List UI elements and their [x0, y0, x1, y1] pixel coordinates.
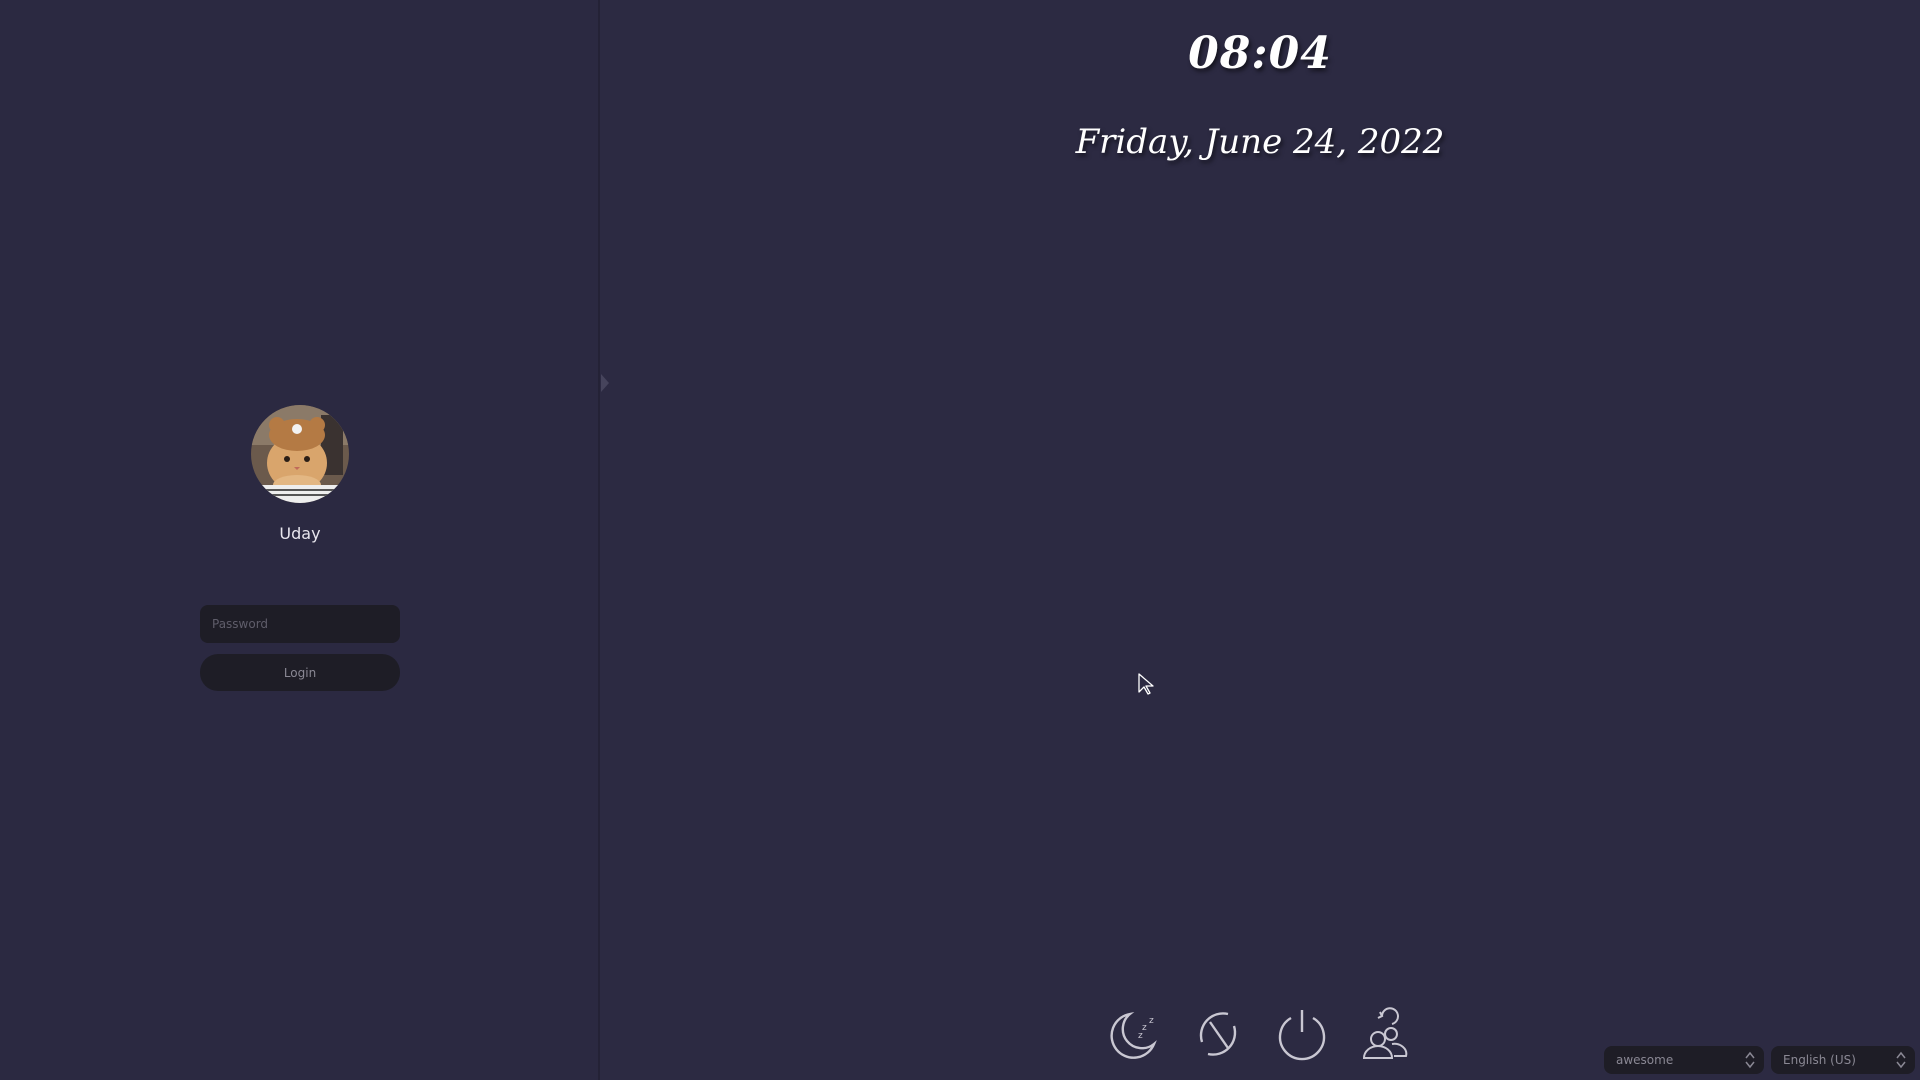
switch-user-icon: [1362, 1007, 1408, 1059]
session-selected-label: awesome: [1616, 1053, 1674, 1067]
language-selected-label: English (US): [1783, 1053, 1856, 1067]
cat-avatar-image: [251, 405, 349, 503]
suspend-icon: z z z: [1110, 1012, 1157, 1059]
login-screen: Uday Login 08:04 Friday, June 24, 2022 z…: [0, 0, 1920, 1080]
svg-text:z: z: [1149, 1016, 1154, 1026]
updown-chevron-icon: [1896, 1051, 1906, 1069]
restart-button[interactable]: [1190, 1006, 1246, 1062]
login-panel: Uday Login: [0, 0, 600, 1080]
shutdown-icon: [1278, 1010, 1326, 1061]
user-avatar: [251, 405, 349, 503]
mouse-cursor-icon: [1137, 672, 1157, 696]
clock-time: 08:04: [1188, 28, 1332, 79]
suspend-button[interactable]: z z z: [1106, 1006, 1162, 1062]
clock-date: Friday, June 24, 2022: [1075, 122, 1445, 162]
password-input[interactable]: [200, 605, 400, 643]
username-label: Uday: [279, 524, 321, 543]
svg-text:z: z: [1138, 1031, 1143, 1041]
shutdown-button[interactable]: [1274, 1006, 1330, 1062]
session-select[interactable]: awesome: [1604, 1046, 1764, 1074]
chevron-right-icon: [601, 374, 609, 392]
panel-toggle-handle[interactable]: [600, 372, 612, 394]
switch-user-button[interactable]: [1358, 1006, 1414, 1062]
language-select[interactable]: English (US): [1771, 1046, 1915, 1074]
updown-chevron-icon: [1745, 1051, 1755, 1069]
restart-icon: [1199, 1012, 1237, 1056]
login-button[interactable]: Login: [200, 654, 400, 691]
svg-text:z: z: [1142, 1023, 1147, 1033]
